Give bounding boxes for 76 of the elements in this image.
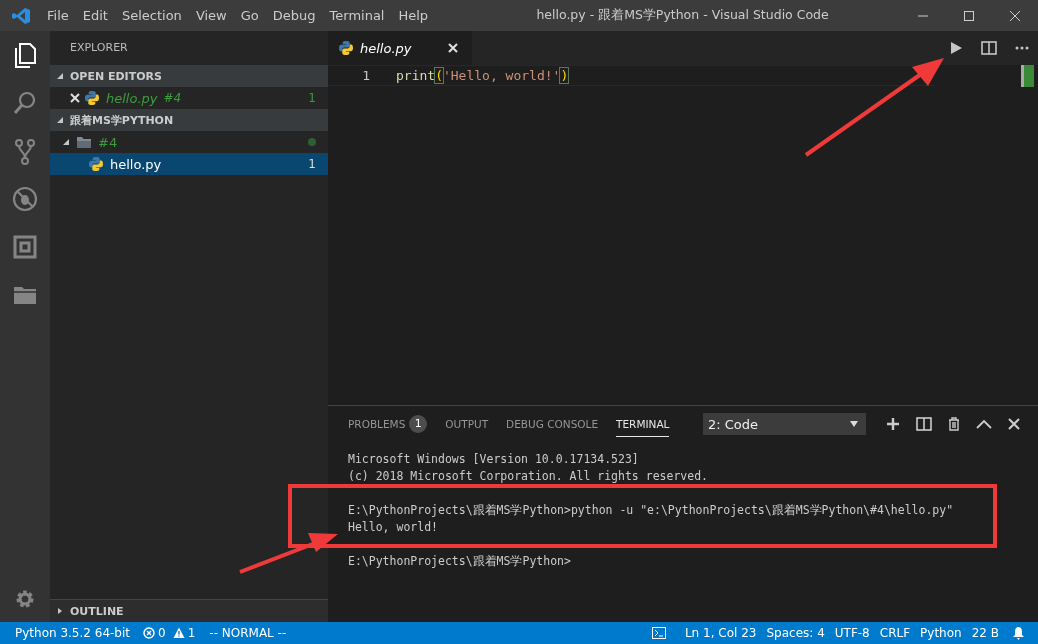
close-icon[interactable] xyxy=(1008,418,1020,430)
split-terminal-icon[interactable] xyxy=(916,417,932,431)
close-icon[interactable] xyxy=(447,43,458,53)
python-file-icon xyxy=(84,90,100,106)
maximize-icon xyxy=(963,9,975,22)
panel-tab[interactable]: PROBLEMS 1 xyxy=(348,411,428,437)
panel-tab[interactable]: OUTPUT xyxy=(445,411,489,437)
terminal-line: Microsoft Windows [Version 10.0.17134.523] xyxy=(348,451,640,468)
count-badge: 1 xyxy=(409,414,428,433)
split-editor-icon[interactable] xyxy=(981,41,997,55)
plus-icon[interactable] xyxy=(886,417,900,431)
more-icon[interactable] xyxy=(1015,46,1029,50)
menu-item[interactable]: Selection xyxy=(114,8,189,23)
python-file-icon xyxy=(338,40,354,56)
code-line: print('Hello, world!') xyxy=(396,68,569,83)
status-item[interactable]: Ln 1, Col 23 xyxy=(684,626,757,640)
tree-item[interactable]: #4 xyxy=(50,131,328,153)
app-logo-icon xyxy=(12,6,30,25)
terminal-icon[interactable] xyxy=(651,627,666,639)
terminal-line: E:\PythonProjects\跟着MS学Python> xyxy=(348,553,572,570)
section-header[interactable]: 跟着MS学PYTHON xyxy=(50,109,328,131)
bell-icon[interactable] xyxy=(1012,626,1025,640)
window-title: hello.py - 跟着MS学Python - Visual Studio Code xyxy=(535,7,830,24)
line-number: 1 xyxy=(361,68,370,83)
problem-count: 1 xyxy=(308,91,316,105)
tree-item[interactable]: hello.py 1 xyxy=(50,153,328,175)
extensions-icon[interactable] xyxy=(11,233,39,261)
vim-mode-status: -- NORMAL -- xyxy=(209,626,287,640)
warning-count[interactable]: 1 xyxy=(187,626,196,640)
error-count[interactable]: 0 xyxy=(158,626,166,640)
status-item[interactable]: 22 B xyxy=(971,626,999,640)
collapse-arrow-icon[interactable] xyxy=(56,72,64,80)
terminal-line: E:\PythonProjects\跟着MS学Python>python -u "e:\PythonProjects\跟着MS学Python\#4\hello.py" xyxy=(348,502,955,519)
tab-label: hello.py xyxy=(360,40,412,56)
status-item[interactable]: Python xyxy=(920,626,962,640)
python-file-icon xyxy=(88,156,104,172)
error-icon xyxy=(143,627,155,639)
close-icon xyxy=(1009,9,1021,22)
warning-icon xyxy=(172,627,185,639)
close-icon[interactable] xyxy=(70,93,80,103)
folder-hint: #4 xyxy=(163,91,182,105)
status-item[interactable]: UTF-8 xyxy=(834,626,870,640)
no-bug-icon[interactable] xyxy=(11,185,39,213)
folder-name: #4 xyxy=(98,134,118,150)
terminal-dropdown[interactable]: 2: Code xyxy=(703,413,866,435)
collapse-arrow-icon[interactable] xyxy=(62,138,70,146)
trash-icon[interactable] xyxy=(948,417,960,431)
menu-item[interactable]: Help xyxy=(391,8,436,23)
menu-item[interactable]: Terminal xyxy=(322,8,392,23)
chevron-up-icon[interactable] xyxy=(976,419,992,429)
open-editor-item[interactable]: hello.py #4 1 xyxy=(50,87,328,109)
menu-item[interactable]: File xyxy=(40,8,76,23)
section-header[interactable]: OPEN EDITORS xyxy=(50,65,328,87)
collapse-arrow-icon[interactable] xyxy=(56,116,64,124)
panel-tab[interactable]: TERMINAL xyxy=(616,411,670,437)
expand-arrow-icon[interactable] xyxy=(56,607,64,615)
menu-item[interactable]: View xyxy=(188,8,234,23)
terminal-line: Hello, world! xyxy=(348,519,439,536)
run-icon[interactable] xyxy=(949,41,963,55)
menu-item[interactable]: Go xyxy=(233,8,266,23)
overview-ruler xyxy=(1021,65,1034,87)
status-item[interactable]: CRLF xyxy=(879,626,911,640)
caret-icon xyxy=(850,421,858,427)
menu-item[interactable]: Edit xyxy=(75,8,115,23)
panel-tab[interactable]: DEBUG CONSOLE xyxy=(506,411,599,437)
menu-item[interactable]: Debug xyxy=(265,8,323,23)
editor-tab[interactable]: hello.py xyxy=(328,31,472,65)
section-header[interactable]: OUTLINE xyxy=(50,599,328,622)
problem-count: 1 xyxy=(308,157,316,171)
file-name: hello.py xyxy=(106,90,158,106)
file-name: hello.py xyxy=(110,156,162,172)
folder-icon xyxy=(76,135,92,149)
sidebar-title: EXPLORER xyxy=(69,40,129,56)
terminal-line: (c) 2018 Microsoft Corporation. All rights reserved. xyxy=(348,468,710,485)
status-item[interactable]: Spaces: 4 xyxy=(766,626,825,640)
interpreter-status[interactable]: Python 3.5.2 64-bit xyxy=(15,626,130,640)
